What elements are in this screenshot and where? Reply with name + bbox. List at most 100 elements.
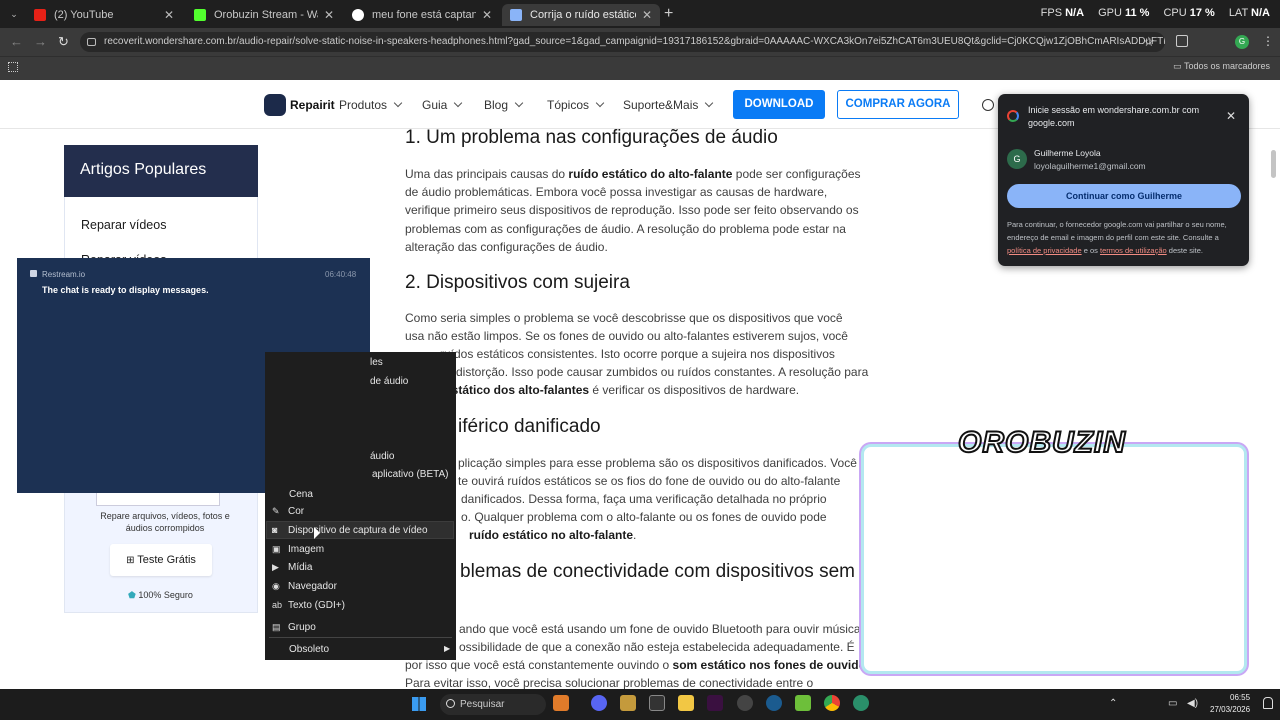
search-icon[interactable] (982, 99, 994, 111)
forward-icon[interactable]: → (34, 34, 47, 49)
menu-item-media[interactable]: ▶ Mídia (272, 562, 312, 573)
menu-item-partial[interactable]: les (370, 357, 383, 368)
sidebar-cta-text: Repare arquivos, vídeos, fotos e áudios … (100, 511, 230, 533)
tab-youtube[interactable]: (2) YouTube ✕ (26, 4, 182, 26)
site-info-icon[interactable] (87, 38, 96, 46)
repairit-logo-icon[interactable] (264, 94, 286, 116)
menu-item-partial[interactable]: de áudio (370, 376, 408, 387)
google-icon (352, 9, 364, 21)
notification-icon[interactable] (1263, 697, 1273, 709)
perf-overlay: FPS N/A GPU 11 % CPU 17 % LAT N/A (1040, 7, 1270, 19)
menu-item-video-capture[interactable]: ◙ Dispositivo de captura de vídeo (272, 525, 428, 536)
tab-google-search[interactable]: meu fone está captando ruídos✕ (344, 4, 500, 26)
tray-chevron-icon[interactable]: ⌃ (1109, 698, 1117, 709)
chevron-right-icon: ▶ (444, 644, 451, 653)
new-tab-button[interactable]: + (664, 5, 673, 23)
account-name: Guilherme Loyola (1034, 148, 1101, 158)
menu-item-partial[interactable]: Cena (289, 489, 313, 500)
paragraph-4-line-2: ossibilidade de que a conexão não esteja… (459, 640, 855, 654)
close-icon[interactable]: ✕ (482, 8, 492, 22)
menu-produtos[interactable]: Produtos (339, 98, 401, 112)
system-clock[interactable]: 06:55 27/03/2026 (1210, 692, 1250, 716)
menu-icon[interactable]: ⋮ (1262, 34, 1274, 48)
close-icon[interactable]: ✕ (324, 8, 334, 22)
restream-message: The chat is ready to display messages. (42, 285, 209, 295)
paragraph-2-line-4: distorção. Isso pode causar zumbidos ou … (456, 365, 869, 379)
close-icon[interactable]: ✕ (642, 8, 652, 22)
menu-suporte[interactable]: Suporte&Mais (623, 98, 712, 112)
paragraph-3-line-1: plicação simples para esse problema são … (458, 456, 857, 470)
paragraph-3-line-2: te ouvirá ruídos estáticos se os fios do… (458, 474, 841, 488)
widget-icon[interactable] (553, 695, 569, 711)
menu-item-obsolete[interactable]: Obsoleto (289, 644, 329, 655)
obs-icon[interactable] (737, 695, 753, 711)
privacy-policy-link[interactable]: política de privacidade (1007, 246, 1082, 255)
menu-topicos[interactable]: Tópicos (547, 98, 603, 112)
bookmark-star-icon[interactable]: ☆ (1143, 34, 1155, 50)
chrome-icon[interactable] (824, 695, 840, 711)
menu-item-image[interactable]: ▣ Imagem (272, 544, 324, 555)
menu-guia[interactable]: Guia (422, 98, 461, 112)
apps-grid-icon[interactable] (8, 62, 18, 72)
camera-icon: ◙ (272, 525, 278, 535)
menu-item-partial[interactable]: aplicativo (BETA) (372, 469, 449, 480)
network-icon[interactable]: ▭ (1168, 698, 1177, 709)
continue-as-button[interactable]: Continuar como Guilherme (1007, 184, 1241, 208)
paragraph-4-line-3: por isso que você está constantemente ou… (405, 658, 866, 672)
restream-icon (30, 270, 37, 277)
section-heading-1: 1. Um problema nas configurações de áudi… (405, 127, 778, 148)
taskbar-search[interactable]: Pesquisar (440, 694, 546, 715)
menu-item-partial[interactable]: áudio (370, 451, 394, 462)
menu-blog[interactable]: Blog (484, 98, 522, 112)
paragraph-1: Uma das principais causas do ruído estát… (405, 167, 861, 254)
paragraph-4-line-1: ando que você está usando um fone de ouv… (459, 622, 861, 636)
menu-item-text[interactable]: ab Texto (GDI+) (272, 600, 345, 611)
app-icon[interactable] (795, 695, 811, 711)
epic-games-icon[interactable] (649, 695, 665, 711)
app-icon[interactable] (707, 695, 723, 711)
download-button[interactable]: DOWNLOAD (733, 90, 825, 119)
steam-icon[interactable] (766, 695, 782, 711)
close-icon[interactable]: ✕ (164, 8, 174, 22)
image-icon: ▣ (272, 544, 281, 554)
account-email: loyolaguilherme1@gmail.com (1034, 161, 1146, 171)
discord-icon[interactable] (591, 695, 607, 711)
all-bookmarks[interactable]: ▭ Todos os marcadores (1173, 61, 1270, 72)
menu-item-browser[interactable]: ◉ Navegador (272, 581, 337, 592)
back-icon[interactable]: ← (10, 34, 23, 49)
text-icon: ab (272, 600, 283, 610)
sidebar-title: Artigos Populares (64, 145, 258, 197)
menu-item-color[interactable]: ✎ Cor (272, 506, 304, 517)
youtube-icon (34, 9, 46, 21)
address-bar[interactable]: recoverit.wondershare.com.br/audio-repai… (80, 32, 1165, 52)
tab-active-article[interactable]: Corrija o ruído estático em alto✕ (502, 4, 660, 26)
free-trial-button[interactable]: ⊞ Teste Grátis (110, 544, 212, 576)
paragraph-2-line-5: estático dos alto-falantes é verificar o… (445, 383, 800, 397)
app-icon[interactable] (853, 695, 869, 711)
paragraph-2-line-3: ruídos estáticos consistentes. Isto ocor… (440, 347, 835, 361)
file-explorer-icon[interactable] (678, 695, 694, 711)
terms-link[interactable]: termos de utilização (1100, 246, 1167, 255)
buy-now-button[interactable]: COMPRAR AGORA (837, 90, 959, 119)
google-popup-disclaimer: Para continuar, o fornecedor google.com … (1007, 220, 1227, 255)
url-text: recoverit.wondershare.com.br/audio-repai… (104, 36, 1165, 47)
sidebar-item-repair-videos[interactable]: Reparar vídeos (81, 218, 166, 232)
section-heading-2: 2. Dispositivos com sujeira (405, 272, 630, 293)
paragraph-3-line-4: o. Qualquer problema com o alto-falante … (461, 510, 827, 524)
sidebar-input[interactable] (96, 493, 220, 506)
close-icon[interactable]: ✕ (1226, 109, 1236, 123)
page-icon (510, 9, 522, 21)
profile-avatar[interactable]: G (1235, 35, 1249, 49)
page-scrollbar[interactable] (1271, 150, 1276, 178)
tab-orobuzin[interactable]: Orobuzin Stream - Watch Live o✕ (186, 4, 342, 26)
volume-icon[interactable]: ◀) (1187, 698, 1198, 709)
reload-icon[interactable]: ↻ (58, 34, 69, 50)
extensions-icon[interactable] (1176, 35, 1188, 47)
start-icon[interactable] (412, 697, 426, 711)
menu-item-group[interactable]: ▤ Grupo (272, 622, 316, 633)
app-icon[interactable] (620, 695, 636, 711)
tab-list-menu-icon[interactable]: ⌄ (6, 6, 22, 22)
site-logo[interactable]: Repairit (290, 98, 335, 112)
windows-taskbar (0, 689, 1280, 720)
folder-icon: ▤ (272, 622, 281, 632)
